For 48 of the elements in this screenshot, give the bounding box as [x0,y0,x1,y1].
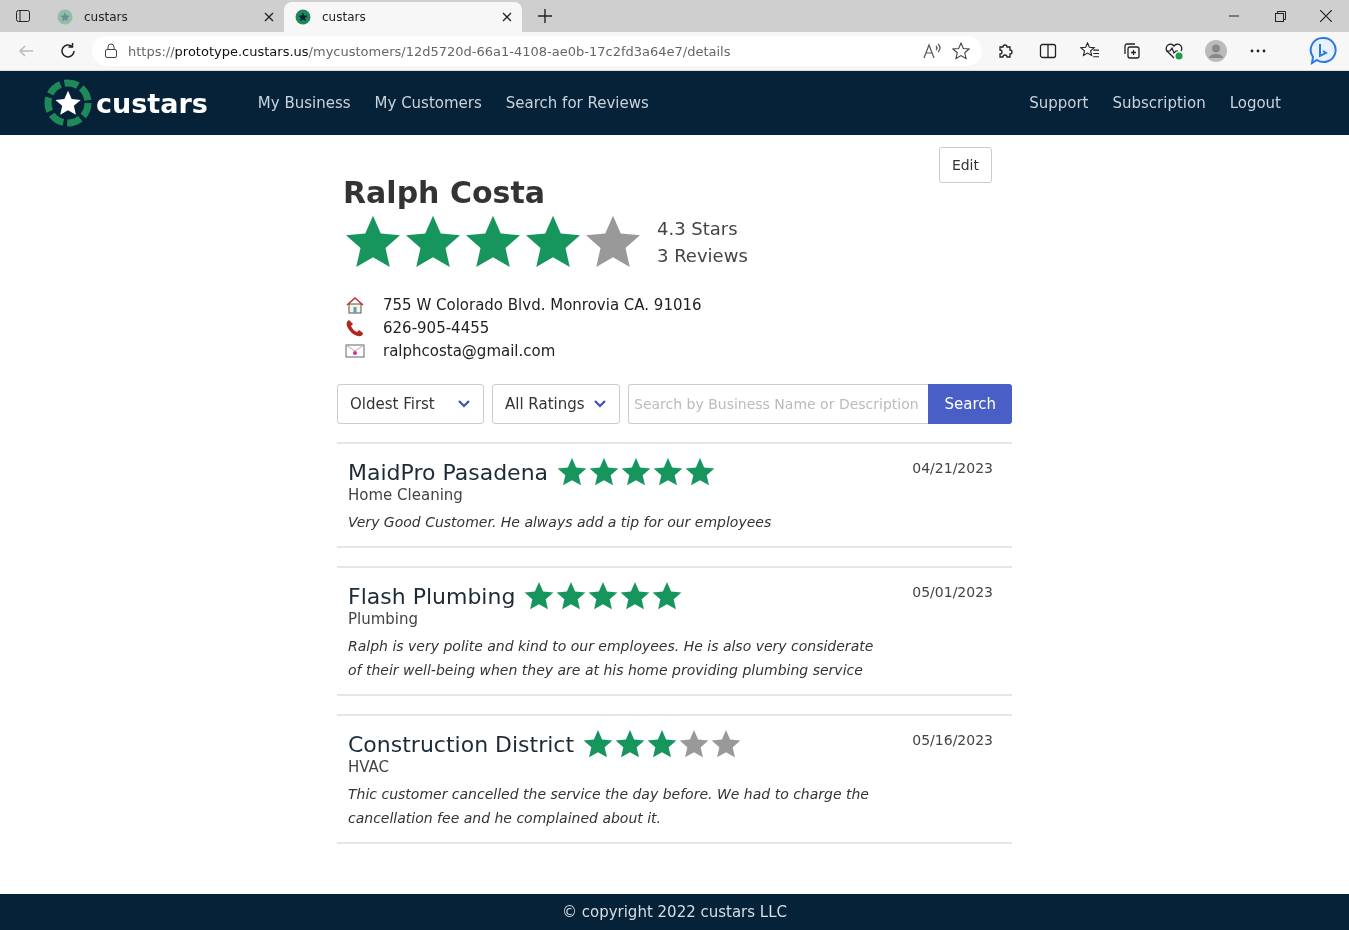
category-text: Plumbing [348,610,420,628]
sort-dropdown[interactable]: Oldest First [337,384,484,424]
nav-link[interactable]: Subscription [1112,94,1206,112]
nav-link[interactable]: Support [1029,94,1089,112]
category-text: HVAC [348,758,391,776]
review-date: 04/21/2023 [912,459,993,478]
search-field[interactable]: Search by Business Name or Description [628,384,929,424]
review-text: Very Good Customer. He always add a tip for our employees [348,513,773,532]
browser-tab[interactable]: custars [46,2,284,32]
envelope-icon [345,343,365,359]
read-aloud-icon[interactable] [922,42,942,60]
logo-text: custars [96,87,208,119]
rating-text: 4.3 Stars [657,218,739,239]
chevron-down-icon [593,399,607,409]
address-text: 755 W Colorado Blvd. Monrovia CA. 91016 [383,296,702,314]
lock-icon [104,43,118,59]
business-name: MaidPro Pasadena [348,459,549,485]
review-count: 3 Reviews [657,245,748,266]
url-text: https://prototype.custars.us/mycustomers/12d5720d-66a1-4108-ae0b-17c2fd3a64e7/details [128,43,732,59]
search-button[interactable]: Search [928,384,1012,424]
browser-tab[interactable]: custars [284,2,522,32]
category-text: Home Cleaning [348,486,464,504]
copyright-text: © copyright 2022 custars LLC [561,903,788,921]
rating-dropdown[interactable]: All Ratings [492,384,620,424]
address-bar[interactable]: https://prototype.custars.us/mycustomers/12d5720d-66a1-4108-ae0b-17c2fd3a64e7/details [92,36,982,66]
nav-link[interactable]: My Customers [374,94,482,112]
business-name: Flash Plumbing [348,583,516,609]
customer-name: Ralph Costa [343,175,546,210]
review-text: Ralph is very polite and kind to our employees. He is also very considerate of their well-being when they are at his home providing plumbing service [348,637,875,680]
star-logo-icon [56,8,74,26]
phone-text: 626-905-4455 [383,319,490,337]
review-date: 05/01/2023 [912,583,993,602]
nav-link[interactable]: Search for Reviews [505,94,649,112]
nav-link[interactable]: My Business [257,94,351,112]
business-name: Construction District [348,731,575,757]
logo-icon [44,79,92,127]
star-outline-icon[interactable] [952,42,970,60]
close-icon[interactable] [502,12,512,22]
close-icon[interactable] [264,12,274,22]
house-icon [345,296,365,314]
review-text: Thic customer cancelled the service the day before. We had to charge the cancellation fee and he complained about it. [348,785,870,828]
star-logo-icon [294,8,312,26]
edit-button[interactable]: Edit [938,147,992,183]
chevron-down-icon [457,399,471,409]
phone-icon [345,319,365,337]
email-text: ralphcosta@gmail.com [383,342,556,360]
nav-link[interactable]: Logout [1229,94,1281,112]
review-date: 05/16/2023 [912,731,993,750]
